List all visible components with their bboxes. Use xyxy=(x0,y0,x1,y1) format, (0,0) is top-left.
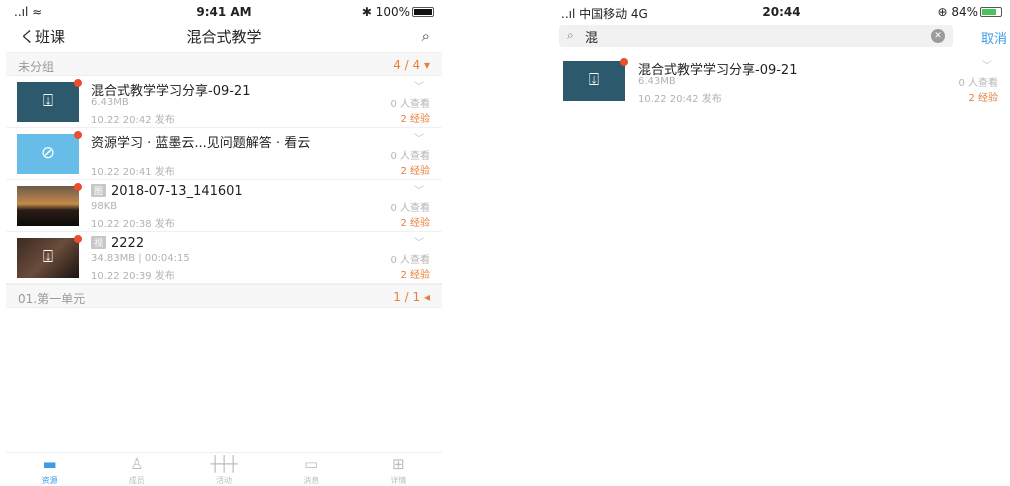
image-tag-icon: 图 xyxy=(91,184,107,197)
page-title: 混合式教学 xyxy=(186,28,262,46)
item-size: 6.43MB xyxy=(91,97,129,108)
item-views: 0 人查看 xyxy=(390,203,430,214)
list-item[interactable]: ⊘ 资源学习 · 蓝墨云...见问题解答 · 看云 10.22 20:41 发布… xyxy=(6,128,442,180)
list-item[interactable]: ⍗ 混合式教学学习分享-09-21 6.43MB 10.22 20:42 发布 … xyxy=(6,76,442,128)
unread-dot xyxy=(74,235,82,243)
item-views: 0 人查看 xyxy=(390,99,430,110)
item-date: 10.22 20:38 发布 xyxy=(91,219,175,230)
search-icon[interactable]: ⌕ xyxy=(422,27,430,45)
item-size: 34.83MB | 00:04:15 xyxy=(91,253,190,264)
chevron-down-icon[interactable]: ﹀ xyxy=(414,182,424,197)
chevron-down-icon[interactable]: ﹀ xyxy=(982,57,992,72)
unread-dot xyxy=(74,183,82,191)
tab-label: 成员 xyxy=(128,476,145,485)
item-size: 6.43MB xyxy=(638,76,676,87)
tab-label: 资源 xyxy=(41,476,58,485)
phone-left: ..ıl ≈ 9:41 AM ✱ 100% く班课 混合式教学 ⌕ 未分组 4 … xyxy=(6,0,442,486)
chevron-down-icon[interactable]: ﹀ xyxy=(414,130,424,145)
image-thumb xyxy=(17,183,82,226)
item-exp: 2 经验 xyxy=(400,166,430,177)
item-size: 98KB xyxy=(91,201,118,212)
list-item[interactable]: 图 2018-07-13_141601 98KB 10.22 20:38 发布 ﹀… xyxy=(6,180,442,232)
item-title-row: 视 2222 xyxy=(91,236,144,251)
group-count: 4 / 4 ▾ xyxy=(393,58,430,72)
search-input[interactable] xyxy=(585,27,885,45)
battery-label: ✱ 100% xyxy=(361,5,410,19)
status-bar: ..ıl ≈ 9:41 AM ✱ 100% xyxy=(6,0,442,24)
tab-messages[interactable]: ▭ 消息 xyxy=(268,453,355,486)
search-bar: ⌕ ✕ 取消 xyxy=(553,25,1010,47)
link-icon: ⊘ xyxy=(17,131,82,174)
activity-icon: ┼┼┼ xyxy=(210,455,238,473)
clear-icon[interactable]: ✕ xyxy=(931,29,945,43)
video-tag-icon: 视 xyxy=(91,236,107,249)
item-date: 10.22 20:42 发布 xyxy=(91,115,175,126)
item-date: 10.22 20:39 发布 xyxy=(91,271,175,282)
item-exp: 2 经验 xyxy=(968,93,998,104)
battery-icon xyxy=(412,7,434,17)
phone-right: ..ıl 中国移动 4G 20:44 ⊕ 84% ⌕ ✕ 取消 ⍗ 混合式教学学… xyxy=(553,0,1010,486)
battery-indicator: ⊕ 84% xyxy=(937,5,1002,19)
item-exp: 2 经验 xyxy=(400,218,430,229)
item-date: 10.22 20:42 发布 xyxy=(638,94,722,105)
item-title: 资源学习 · 蓝墨云...见问题解答 · 看云 xyxy=(91,136,311,151)
search-icon: ⌕ xyxy=(567,28,574,42)
item-date: 10.22 20:41 发布 xyxy=(91,167,175,178)
battery-label: ⊕ 84% xyxy=(937,5,978,19)
tab-members[interactable]: ♙ 成员 xyxy=(93,453,180,486)
nav-bar: く班课 混合式教学 ⌕ xyxy=(6,24,442,52)
item-views: 0 人查看 xyxy=(390,255,430,266)
tab-resources[interactable]: ▬ 资源 xyxy=(6,453,93,486)
cancel-button[interactable]: 取消 xyxy=(981,28,1007,47)
file-download-icon: ⍗ xyxy=(563,58,628,101)
item-title-row: 图 2018-07-13_141601 xyxy=(91,184,243,199)
group-header-ungrouped[interactable]: 未分组 4 / 4 ▾ xyxy=(6,52,442,76)
tab-label: 消息 xyxy=(303,476,320,485)
battery-indicator: ✱ 100% xyxy=(362,5,434,19)
list-item[interactable]: ⍗ 视 2222 34.83MB | 00:04:15 10.22 20:39 发… xyxy=(6,232,442,284)
unread-dot xyxy=(74,131,82,139)
unread-dot xyxy=(620,58,628,66)
search-result-item[interactable]: ⍗ 混合式教学学习分享-09-21 6.43MB 10.22 20:42 发布 … xyxy=(553,55,1010,107)
folder-icon: ▬ xyxy=(42,455,57,473)
group-header-unit-1[interactable]: 01.第一单元 1 / 1 ◂ xyxy=(6,284,442,308)
tab-activity[interactable]: ┼┼┼ 活动 xyxy=(180,453,267,486)
item-exp: 2 经验 xyxy=(400,114,430,125)
item-title: 2018-07-13_141601 xyxy=(111,184,243,199)
item-views: 0 人查看 xyxy=(390,151,430,162)
tab-label: 活动 xyxy=(216,476,232,485)
video-thumb: ⍗ xyxy=(17,235,82,278)
chevron-down-icon[interactable]: ﹀ xyxy=(414,234,424,249)
message-icon: ▭ xyxy=(304,455,319,473)
item-views: 0 人查看 xyxy=(958,78,998,89)
group-name: 01.第一单元 xyxy=(18,292,86,306)
item-exp: 2 经验 xyxy=(400,270,430,281)
unread-dot xyxy=(74,79,82,87)
group-name: 未分组 xyxy=(18,60,55,74)
status-bar: ..ıl 中国移动 4G 20:44 ⊕ 84% xyxy=(553,0,1010,24)
tab-bar: ▬ 资源 ♙ 成员 ┼┼┼ 活动 ▭ 消息 ⊞ 详情 xyxy=(6,452,442,486)
file-download-icon: ⍗ xyxy=(17,79,82,122)
chevron-down-icon[interactable]: ﹀ xyxy=(414,78,424,93)
members-icon: ♙ xyxy=(130,455,144,473)
details-icon: ⊞ xyxy=(392,455,405,473)
tab-label: 详情 xyxy=(390,476,407,485)
search-box: ⌕ ✕ xyxy=(559,25,953,47)
tab-details[interactable]: ⊞ 详情 xyxy=(355,453,442,486)
item-title: 2222 xyxy=(111,236,145,251)
group-count: 1 / 1 ◂ xyxy=(393,290,430,304)
battery-icon xyxy=(980,7,1002,17)
